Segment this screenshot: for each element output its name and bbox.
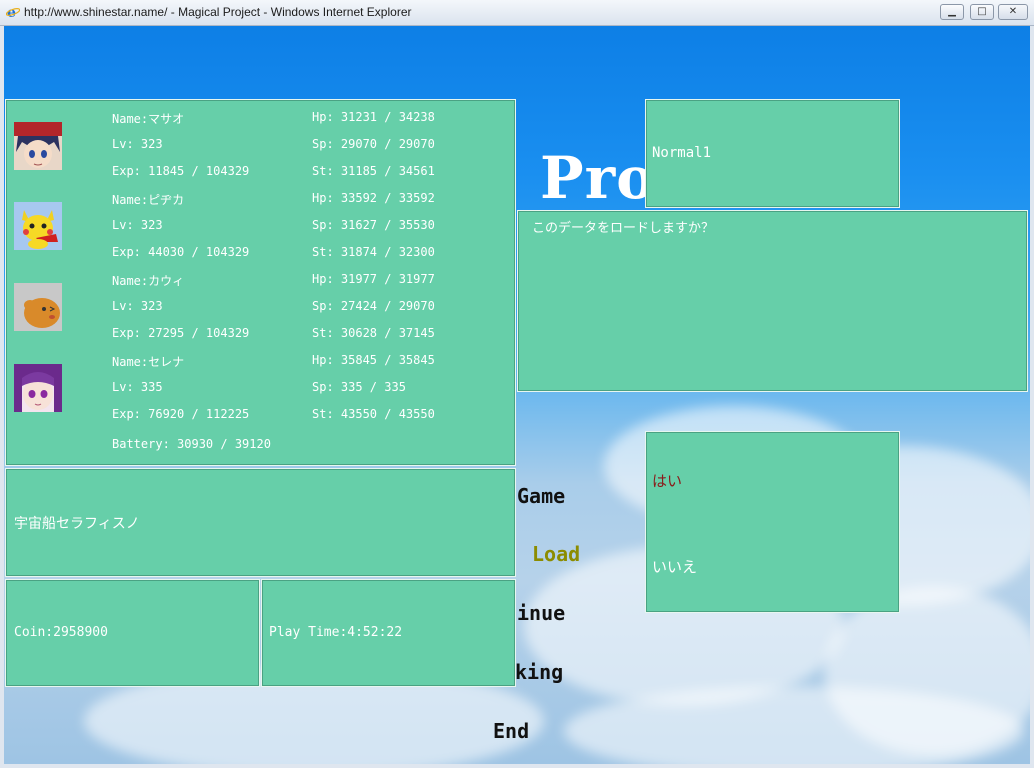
- char-name: Name:カウィ: [112, 274, 185, 288]
- game-title: Pro: [540, 144, 656, 212]
- char-sp: Sp: 27424 / 29070: [312, 299, 435, 313]
- choice-yes[interactable]: はい: [652, 470, 682, 491]
- char-exp: Exp: 44030 / 104329: [112, 245, 250, 259]
- minimize-icon: ▁: [948, 6, 956, 17]
- window-title: http://www.shinestar.name/ - Magical Pro…: [24, 5, 412, 19]
- choice-no[interactable]: いいえ: [652, 556, 697, 577]
- maximize-button[interactable]: □: [970, 4, 994, 20]
- menu-end[interactable]: End: [493, 719, 529, 743]
- message-panel: このデータをロードしますか？: [517, 210, 1028, 392]
- char-st: St: 31874 / 32300: [312, 245, 435, 259]
- party-status-panel: Name:マサオ Lv: 323 Exp: 11845 / 104329 Hp:…: [5, 99, 516, 466]
- char-name: Name:マサオ: [112, 112, 185, 126]
- minimize-button[interactable]: ▁: [940, 4, 964, 20]
- close-icon: ✕: [1008, 6, 1018, 17]
- game-canvas[interactable]: Pro Game Load inue king End Name:マサオ Lv:…: [4, 26, 1030, 764]
- char-st: St: 43550 / 43550: [312, 407, 435, 421]
- difficulty-panel: Normal1: [645, 99, 900, 208]
- char-st: St: 30628 / 37145: [312, 326, 435, 340]
- char-name: Name:ピヂカ: [112, 193, 185, 207]
- char-exp: Exp: 27295 / 104329: [112, 326, 250, 340]
- window-titlebar: e http://www.shinestar.name/ - Magical P…: [0, 0, 1034, 26]
- play-time-value: Play Time:4:52:22: [269, 625, 403, 640]
- char-level: Lv: 323: [112, 137, 163, 151]
- play-time-panel: Play Time:4:52:22: [261, 579, 516, 687]
- char-st: St: 31185 / 34561: [312, 164, 435, 178]
- char-level: Lv: 323: [112, 218, 163, 232]
- ie-icon: e: [6, 5, 20, 19]
- char-hp: Hp: 33592 / 33592: [312, 191, 435, 205]
- menu-continue[interactable]: inue: [517, 601, 565, 625]
- char-hp: Hp: 35845 / 35845: [312, 353, 435, 367]
- char-sp: Sp: 29070 / 29070: [312, 137, 435, 151]
- maximize-icon: □: [977, 6, 987, 17]
- char-hp: Hp: 31977 / 31977: [312, 272, 435, 286]
- char-sp: Sp: 335 / 335: [312, 380, 406, 394]
- battery-value: Battery: 30930 / 39120: [112, 437, 271, 451]
- serena-portrait: [14, 364, 62, 412]
- kawi-portrait: [14, 283, 62, 331]
- char-exp: Exp: 76920 / 112225: [112, 407, 250, 421]
- pidika-portrait: [14, 202, 62, 250]
- load-confirm-message: このデータをロードしますか？: [532, 221, 715, 236]
- coin-panel: Coin:2958900: [5, 579, 260, 687]
- coin-value: Coin:2958900: [14, 625, 108, 640]
- char-level: Lv: 323: [112, 299, 163, 313]
- close-button[interactable]: ✕: [998, 4, 1028, 20]
- masao-portrait: [14, 122, 62, 170]
- char-name: Name:セレナ: [112, 355, 185, 369]
- menu-new-game[interactable]: Game: [517, 484, 565, 508]
- confirm-choice-panel: はい いいえ: [645, 431, 900, 613]
- menu-load[interactable]: Load: [532, 542, 580, 566]
- location-name: 宇宙船セラフィスノ: [14, 516, 140, 532]
- location-panel: 宇宙船セラフィスノ: [5, 468, 516, 577]
- menu-ranking[interactable]: king: [515, 660, 563, 684]
- char-exp: Exp: 11845 / 104329: [112, 164, 250, 178]
- difficulty-value: Normal1: [652, 145, 712, 161]
- char-level: Lv: 335: [112, 380, 163, 394]
- char-hp: Hp: 31231 / 34238: [312, 110, 435, 124]
- char-sp: Sp: 31627 / 35530: [312, 218, 435, 232]
